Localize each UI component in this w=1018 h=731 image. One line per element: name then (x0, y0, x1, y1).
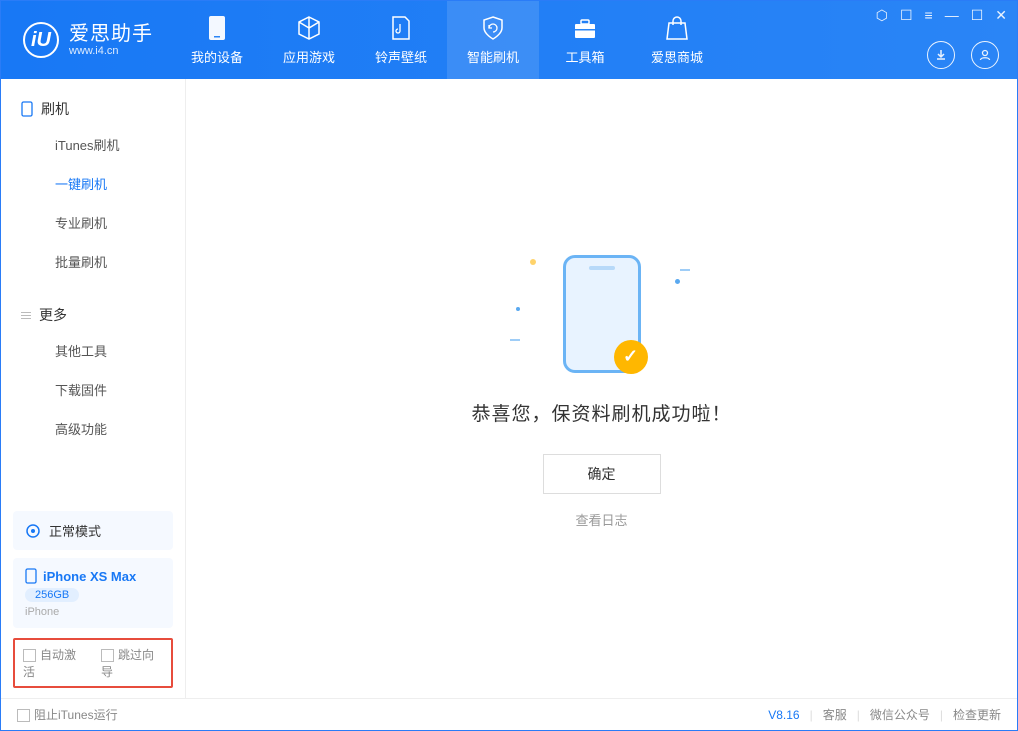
mode-icon (25, 523, 41, 539)
sidebar-item-oneclick-flash[interactable]: 一键刷机 (1, 164, 185, 203)
group-label: 更多 (39, 305, 67, 325)
logo-icon: iU (23, 22, 59, 58)
cube-icon (296, 15, 322, 41)
sidebar-group-more: 更多 其他工具 下载固件 高级功能 (1, 285, 185, 452)
app-body: 刷机 iTunes刷机 一键刷机 专业刷机 批量刷机 更多 其他工具 下载固件 … (1, 79, 1017, 698)
success-message: 恭喜您，保资料刷机成功啦！ (471, 399, 731, 426)
phone-outline-icon: ✓ (563, 255, 641, 373)
sidebar-bottom: 正常模式 iPhone XS Max 256GB iPhone 自动激活 跳过向… (1, 503, 185, 698)
download-button[interactable] (927, 41, 955, 69)
view-log-link[interactable]: 查看日志 (575, 510, 627, 529)
nav-my-device[interactable]: 我的设备 (171, 1, 263, 79)
device-phone-icon (25, 568, 37, 584)
sparkle-icon (530, 259, 536, 265)
device-type: iPhone (25, 606, 161, 618)
nav-toolbox[interactable]: 工具箱 (539, 1, 631, 79)
sidebar: 刷机 iTunes刷机 一键刷机 专业刷机 批量刷机 更多 其他工具 下载固件 … (1, 79, 186, 698)
sidebar-item-advanced[interactable]: 高级功能 (1, 409, 185, 448)
checkbox-icon (23, 649, 36, 662)
sparkle-icon (675, 279, 680, 284)
app-url: www.i4.cn (69, 45, 153, 57)
checkbox-skip-wizard[interactable]: 跳过向导 (101, 646, 163, 680)
maximize-button[interactable]: ☐ (971, 7, 984, 24)
phone-notch-icon (589, 266, 615, 270)
nav-apps-games[interactable]: 应用游戏 (263, 1, 355, 79)
shirt-icon[interactable]: ⬡ (876, 7, 888, 24)
nav-ringtone-wallpaper[interactable]: 铃声壁纸 (355, 1, 447, 79)
shield-refresh-icon (480, 15, 506, 41)
header-right-buttons (927, 41, 999, 69)
main-nav: 我的设备 应用游戏 铃声壁纸 智能刷机 工具箱 爱思商城 (171, 1, 723, 79)
device-icon (204, 15, 230, 41)
sidebar-item-download-firmware[interactable]: 下载固件 (1, 370, 185, 409)
success-illustration: ✓ (522, 249, 682, 379)
sidebar-group-flash: 刷机 iTunes刷机 一键刷机 专业刷机 批量刷机 (1, 79, 185, 285)
sparkle-icon (516, 307, 520, 311)
separator: | (857, 708, 860, 722)
confirm-button[interactable]: 确定 (543, 454, 661, 494)
footer-link-support[interactable]: 客服 (823, 706, 847, 723)
device-name-text: iPhone XS Max (43, 569, 136, 584)
group-title-more: 更多 (1, 299, 185, 331)
app-name: 爱思助手 (69, 23, 153, 45)
checkbox-icon (17, 709, 30, 722)
footer-link-wechat[interactable]: 微信公众号 (870, 706, 930, 723)
checkbox-icon (101, 649, 114, 662)
mode-label: 正常模式 (49, 521, 101, 540)
checkbox-auto-activate[interactable]: 自动激活 (23, 646, 85, 680)
nav-store[interactable]: 爱思商城 (631, 1, 723, 79)
checkbox-label: 阻止iTunes运行 (34, 708, 118, 722)
logo-area: iU 爱思助手 www.i4.cn (1, 1, 171, 79)
nav-label: 爱思商城 (651, 47, 703, 66)
window-controls-top: ⬡ ☐ ≡ — ☐ ✕ (876, 7, 1007, 24)
group-label: 刷机 (41, 99, 69, 119)
separator: | (810, 708, 813, 722)
logo-text: 爱思助手 www.i4.cn (69, 23, 153, 57)
device-name: iPhone XS Max (25, 568, 161, 584)
separator: | (940, 708, 943, 722)
device-capacity: 256GB (25, 588, 79, 602)
nav-label: 铃声壁纸 (375, 47, 427, 66)
sidebar-item-batch-flash[interactable]: 批量刷机 (1, 242, 185, 281)
status-bar: 阻止iTunes运行 V8.16 | 客服 | 微信公众号 | 检查更新 (1, 698, 1017, 730)
nav-label: 我的设备 (191, 47, 243, 66)
toolbox-icon (572, 15, 598, 41)
sidebar-item-other-tools[interactable]: 其他工具 (1, 331, 185, 370)
nav-label: 工具箱 (565, 47, 604, 66)
minimize-button[interactable]: — (945, 7, 959, 24)
checkbox-highlight-row: 自动激活 跳过向导 (13, 638, 173, 688)
phone-small-icon (21, 101, 33, 117)
main-content: ✓ 恭喜您，保资料刷机成功啦！ 确定 查看日志 (186, 79, 1017, 698)
menu-icon[interactable]: ≡ (925, 7, 933, 24)
user-button[interactable] (971, 41, 999, 69)
app-header: iU 爱思助手 www.i4.cn 我的设备 应用游戏 铃声壁纸 智能刷机 工具… (1, 1, 1017, 79)
device-box[interactable]: iPhone XS Max 256GB iPhone (13, 558, 173, 628)
footer-left: 阻止iTunes运行 (17, 706, 118, 723)
footer-right: V8.16 | 客服 | 微信公众号 | 检查更新 (768, 706, 1001, 723)
sidebar-item-pro-flash[interactable]: 专业刷机 (1, 203, 185, 242)
nav-label: 智能刷机 (467, 47, 519, 66)
dash-icon (680, 269, 690, 271)
sidebar-item-itunes-flash[interactable]: iTunes刷机 (1, 125, 185, 164)
nav-smart-flash[interactable]: 智能刷机 (447, 1, 539, 79)
shopping-bag-icon (664, 15, 690, 41)
feedback-icon[interactable]: ☐ (900, 7, 913, 24)
footer-link-update[interactable]: 检查更新 (953, 706, 1001, 723)
group-title-flash: 刷机 (1, 93, 185, 125)
mode-box[interactable]: 正常模式 (13, 511, 173, 550)
music-file-icon (388, 15, 414, 41)
dash-icon (510, 339, 520, 341)
close-button[interactable]: ✕ (995, 7, 1007, 24)
nav-label: 应用游戏 (283, 47, 335, 66)
check-badge-icon: ✓ (614, 340, 648, 374)
list-icon (21, 312, 31, 319)
version-label: V8.16 (768, 708, 799, 722)
checkbox-block-itunes[interactable]: 阻止iTunes运行 (17, 706, 118, 723)
